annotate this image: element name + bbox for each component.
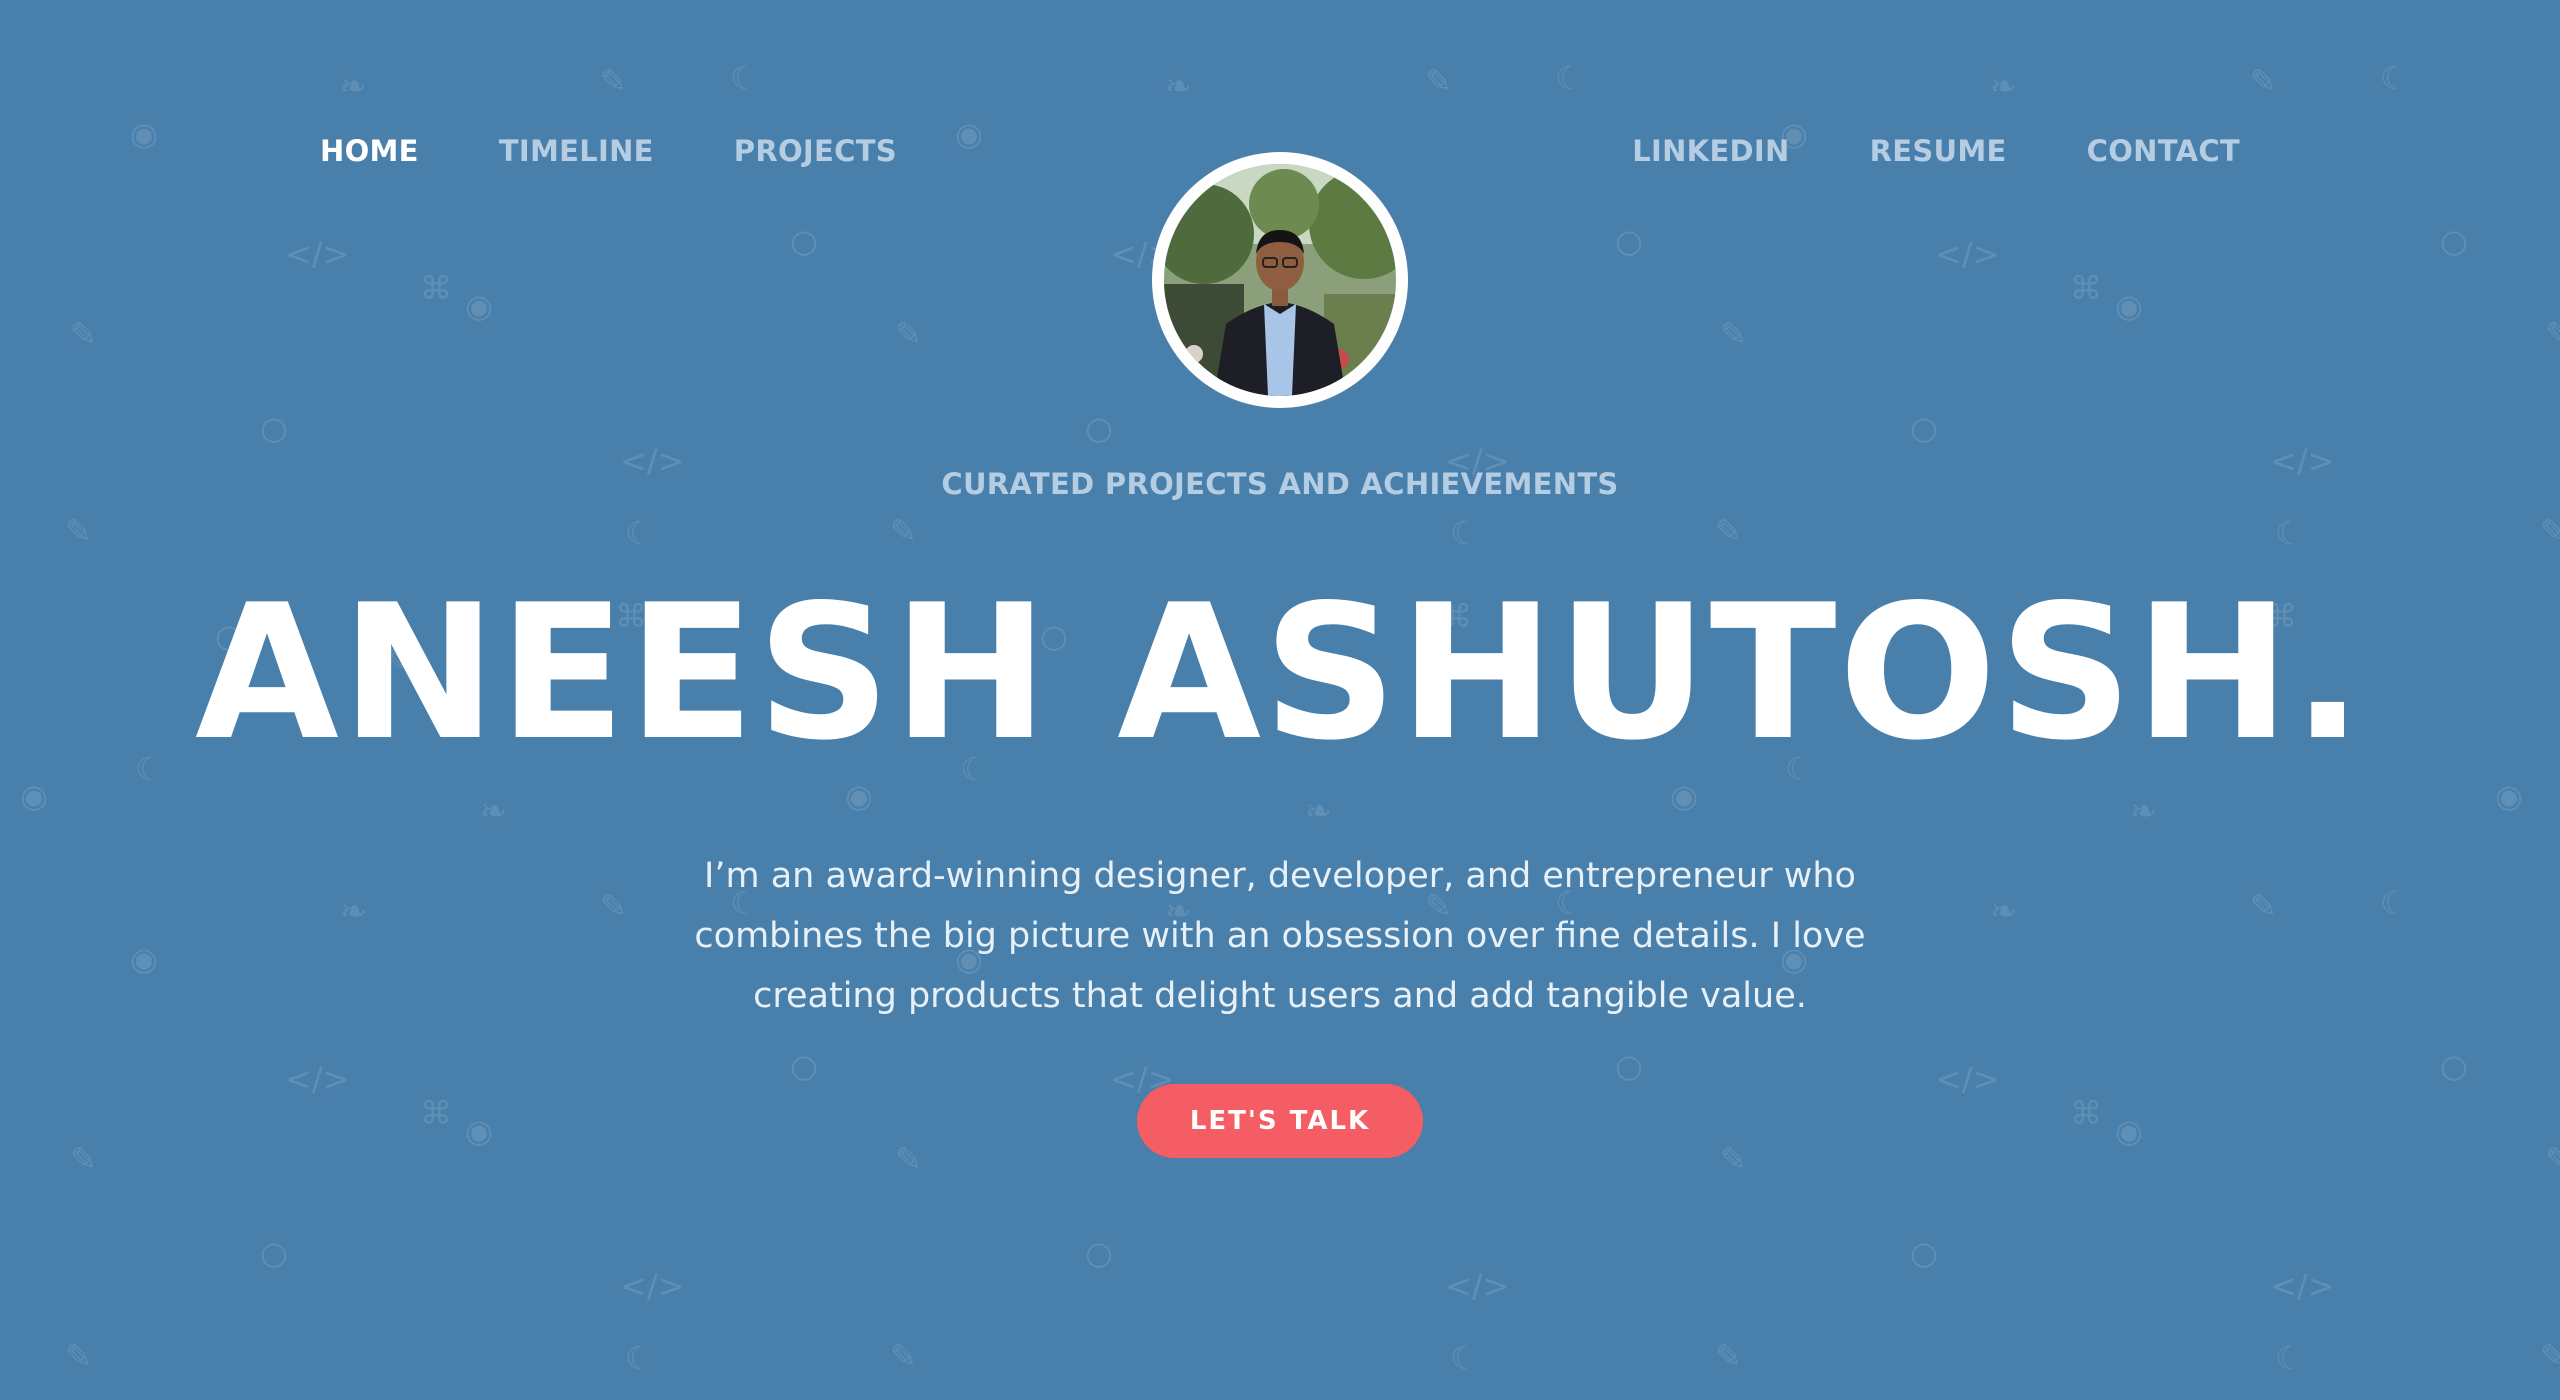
nav-left-group: HOME TIMELINE PROJECTS	[320, 134, 897, 168]
lightbulb-icon: ○	[2440, 222, 2468, 260]
nav-projects-link[interactable]: PROJECTS	[734, 134, 897, 168]
avatar	[1152, 152, 1408, 408]
bird-icon: ❧	[1165, 67, 1192, 105]
pencil-icon: ✎	[600, 887, 627, 925]
bird-icon: ❧	[1305, 792, 1332, 830]
moon-icon: ☾	[2380, 59, 2409, 97]
hero-name: ANEESH ASHUTOSH.	[194, 564, 2365, 781]
lightbulb-icon: ○	[790, 1047, 818, 1085]
location-pin-icon: ◉	[20, 777, 48, 815]
pencil-icon: ✎	[2540, 512, 2560, 550]
code-icon: </>	[620, 1267, 685, 1305]
bird-icon: ❧	[340, 67, 367, 105]
code-icon: </>	[1935, 1060, 2000, 1098]
gamepad-icon: ⌘	[420, 1094, 452, 1132]
pencil-icon: ✎	[2540, 1337, 2560, 1375]
bird-icon: ❧	[1990, 67, 2017, 105]
pencil-icon: ✎	[600, 62, 627, 100]
code-icon: </>	[2270, 1267, 2335, 1305]
location-pin-icon: ◉	[2115, 287, 2143, 325]
lightbulb-icon: ○	[1085, 409, 1113, 447]
lightbulb-icon: ○	[1910, 409, 1938, 447]
pencil-icon: ✎	[890, 512, 917, 550]
pencil-icon: ✎	[895, 1140, 922, 1178]
lightbulb-icon: ○	[1615, 1047, 1643, 1085]
moon-icon: ☾	[1450, 1339, 1479, 1377]
lets-talk-button[interactable]: LET'S TALK	[1137, 1084, 1423, 1158]
location-pin-icon: ◉	[845, 777, 873, 815]
lightbulb-icon: ○	[790, 222, 818, 260]
pencil-icon: ✎	[1715, 512, 1742, 550]
hero-bio: I’m an award-winning designer, developer…	[694, 856, 1866, 1016]
code-icon: </>	[285, 1060, 350, 1098]
moon-icon: ☾	[1450, 514, 1479, 552]
moon-icon: ☾	[730, 59, 759, 97]
gamepad-icon: ⌘	[420, 269, 452, 307]
location-pin-icon: ◉	[2115, 1112, 2143, 1150]
moon-icon: ☾	[1555, 59, 1584, 97]
pencil-icon: ✎	[2250, 62, 2277, 100]
tagline: CURATED PROJECTS AND ACHIEVEMENTS	[941, 467, 1619, 501]
bird-icon: ❧	[2130, 792, 2157, 830]
location-pin-icon: ◉	[465, 287, 493, 325]
lightbulb-icon: ○	[1910, 1234, 1938, 1272]
nav-right-group: LINKEDIN RESUME CONTACT	[1632, 134, 2240, 168]
lightbulb-icon: ○	[2440, 1047, 2468, 1085]
moon-icon: ☾	[625, 514, 654, 552]
pencil-icon: ✎	[1720, 315, 1747, 353]
moon-icon: ☾	[2380, 884, 2409, 922]
pencil-icon: ✎	[2545, 315, 2560, 353]
pencil-icon: ✎	[895, 315, 922, 353]
pencil-icon: ✎	[1425, 62, 1452, 100]
nav-contact-link[interactable]: CONTACT	[2087, 134, 2240, 168]
location-pin-icon: ◉	[1670, 777, 1698, 815]
bird-icon: ❧	[340, 892, 367, 930]
pencil-icon: ✎	[70, 315, 97, 353]
pencil-icon: ✎	[890, 1337, 917, 1375]
pencil-icon: ✎	[2545, 1140, 2560, 1178]
lightbulb-icon: ○	[1085, 1234, 1113, 1272]
nav-home-link[interactable]: HOME	[320, 134, 419, 168]
lightbulb-icon: ○	[260, 1234, 288, 1272]
moon-icon: ☾	[625, 1339, 654, 1377]
pencil-icon: ✎	[1720, 1140, 1747, 1178]
pencil-icon: ✎	[70, 1140, 97, 1178]
pencil-icon: ✎	[65, 512, 92, 550]
location-pin-icon: ◉	[130, 940, 158, 978]
pencil-icon: ✎	[65, 1337, 92, 1375]
lightbulb-icon: ○	[1615, 222, 1643, 260]
gamepad-icon: ⌘	[2070, 269, 2102, 307]
gamepad-icon: ⌘	[2070, 1094, 2102, 1132]
lightbulb-icon: ○	[260, 409, 288, 447]
moon-icon: ☾	[2275, 1339, 2304, 1377]
code-icon: </>	[285, 235, 350, 273]
pencil-icon: ✎	[2250, 887, 2277, 925]
nav-linkedin-link[interactable]: LINKEDIN	[1632, 134, 1789, 168]
bird-icon: ❧	[480, 792, 507, 830]
bird-icon: ❧	[1990, 892, 2017, 930]
pencil-icon: ✎	[1715, 1337, 1742, 1375]
code-icon: </>	[1935, 235, 2000, 273]
nav-resume-link[interactable]: RESUME	[1870, 134, 2007, 168]
code-icon: </>	[1445, 1267, 1510, 1305]
location-pin-icon: ◉	[465, 1112, 493, 1150]
location-pin-icon: ◉	[2495, 777, 2523, 815]
moon-icon: ☾	[2275, 514, 2304, 552]
avatar-photo	[1164, 164, 1396, 396]
nav-timeline-link[interactable]: TIMELINE	[499, 134, 654, 168]
